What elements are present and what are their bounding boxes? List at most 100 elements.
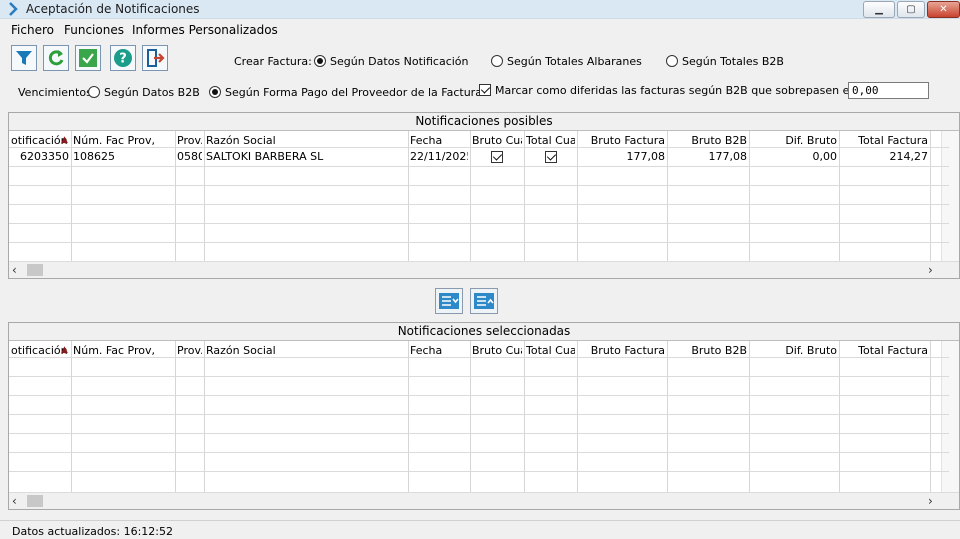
column-divider [470,341,471,492]
grid-top-hscrollbar[interactable]: ‹ › [9,261,959,278]
col-fecha-header[interactable]: Fecha [410,344,468,357]
importe-input[interactable]: 0,00 [848,82,929,99]
column-divider [749,341,750,492]
row-divider [9,433,949,434]
column-divider [524,341,525,492]
row-divider [9,166,949,167]
radio-datos-notificacion[interactable] [314,55,326,67]
row-divider [9,452,949,453]
col-dif-bruto-header[interactable]: Dif. Bruto [751,344,837,357]
total-factura-cell: 214,27 [889,150,929,163]
grid-bottom-title: Notificaciones seleccionadas [9,323,959,341]
radio-venc-forma-pago-label: Según Forma Pago del Proveedor de la Fac… [225,86,482,99]
grid-notificaciones-seleccionadas: Notificaciones seleccionadas ‹ › otifica… [8,322,960,510]
maximize-button[interactable]: ▢ [897,1,925,18]
row-divider [9,395,949,396]
help-icon: ? [114,49,132,67]
close-button[interactable]: ✕ [927,1,960,18]
diferidas-checkbox[interactable] [479,84,491,96]
crear-factura-label: Crear Factura: [234,55,312,68]
row-divider [9,471,949,472]
accept-icon [79,49,97,67]
col-bruto-b2b-header[interactable]: Bruto B2B [669,134,747,147]
minimize-icon: ▁ [875,4,883,15]
exit-icon [147,49,165,67]
num-fac-prov-cell: 108625 [73,150,115,163]
window-title: Aceptación de Notificaciones [26,2,200,16]
filter-button[interactable] [11,45,37,71]
title-bar: Aceptación de Notificaciones ▁ ▢ ✕ [0,0,960,19]
col-bruto-b2b-header[interactable]: Bruto B2B [669,344,747,357]
column-divider [577,341,578,492]
exit-button[interactable] [142,45,168,71]
notificacion-cell: 6203350 [20,150,69,163]
help-button[interactable]: ? [110,45,136,71]
total-cua-checkbox[interactable] [544,151,557,163]
row-divider [9,185,949,186]
column-divider [204,341,205,492]
col-bruto-cua-header[interactable]: Bruto Cua. [472,134,522,147]
radio-totales-b2b-label: Según Totales B2B [682,55,784,68]
col-prov-header[interactable]: Prov. [177,134,202,147]
row-divider [9,376,949,377]
move-down-button[interactable] [435,288,463,314]
close-icon: ✕ [939,4,948,15]
col-razon-social-header[interactable]: Razón Social [206,134,406,147]
app-chevron-icon [9,2,18,16]
move-up-icon [474,293,494,309]
col-bruto-factura-header[interactable]: Bruto Factura [579,344,665,357]
scroll-thumb[interactable] [27,264,43,276]
menu-fichero[interactable]: Fichero [11,23,54,37]
column-divider [839,341,840,492]
row-divider [9,223,949,224]
grid-bottom-hscrollbar[interactable]: ‹ › [9,492,959,509]
filter-icon [16,51,32,65]
scroll-left-icon[interactable]: ‹ [12,494,17,508]
radio-totales-albaranes-label: Según Totales Albaranes [507,55,642,68]
menu-funciones[interactable]: Funciones [64,23,124,37]
col-bruto-factura-header[interactable]: Bruto Factura [579,134,665,147]
move-down-icon [439,293,459,309]
dif-bruto-cell: 0,00 [812,150,838,163]
row-divider [9,414,949,415]
radio-venc-datos-b2b-label: Según Datos B2B [104,86,200,99]
scroll-right-icon[interactable]: › [928,263,933,277]
radio-totales-b2b[interactable] [666,55,678,67]
col-prov-header[interactable]: Prov. [177,344,202,357]
col-num-fac-prov-header[interactable]: Núm. Fac Prov, [73,134,173,147]
prov-cell: 0580 [177,150,202,163]
grid-bottom-vscrollbar[interactable] [941,341,959,492]
col-fecha-header[interactable]: Fecha [410,134,468,147]
scroll-left-icon[interactable]: ‹ [12,263,17,277]
bruto-b2b-cell: 177,08 [708,150,748,163]
accept-button[interactable] [75,45,101,71]
radio-totales-albaranes[interactable] [491,55,503,67]
column-divider [408,341,409,492]
move-up-button[interactable] [470,288,498,314]
col-total-cua-header[interactable]: Total Cua, [526,344,575,357]
column-divider [930,341,931,492]
col-bruto-cua-header[interactable]: Bruto Cua. [472,344,522,357]
col-dif-bruto-header[interactable]: Dif. Bruto [751,134,837,147]
minimize-button[interactable]: ▁ [863,1,895,18]
menu-bar: Fichero Funciones Informes Personalizado… [0,20,960,39]
col-total-cua-header[interactable]: Total Cua, [526,134,575,147]
col-total-factura-header[interactable]: Total Factura [841,134,928,147]
refresh-icon [48,50,64,66]
diferidas-label: Marcar como diferidas las facturas según… [495,84,903,97]
razon-social-cell: SALTOKI BARBERA SL [206,150,324,163]
radio-venc-datos-b2b[interactable] [88,86,100,98]
scroll-thumb[interactable] [27,495,43,507]
menu-informes-personalizados[interactable]: Informes Personalizados [132,23,278,37]
status-bar: Datos actualizados: 16:12:52 [0,520,960,539]
sort-ascending-icon[interactable]: ▲ [61,345,68,355]
row-divider [9,147,949,148]
bruto-cua-checkbox[interactable] [491,151,503,163]
col-total-factura-header[interactable]: Total Factura [841,344,928,357]
scroll-right-icon[interactable]: › [928,494,933,508]
col-razon-social-header[interactable]: Razón Social [206,344,406,357]
sort-ascending-icon[interactable]: ▲ [61,135,68,145]
col-num-fac-prov-header[interactable]: Núm. Fac Prov, [73,344,173,357]
refresh-button[interactable] [43,45,69,71]
radio-venc-forma-pago[interactable] [209,86,221,98]
